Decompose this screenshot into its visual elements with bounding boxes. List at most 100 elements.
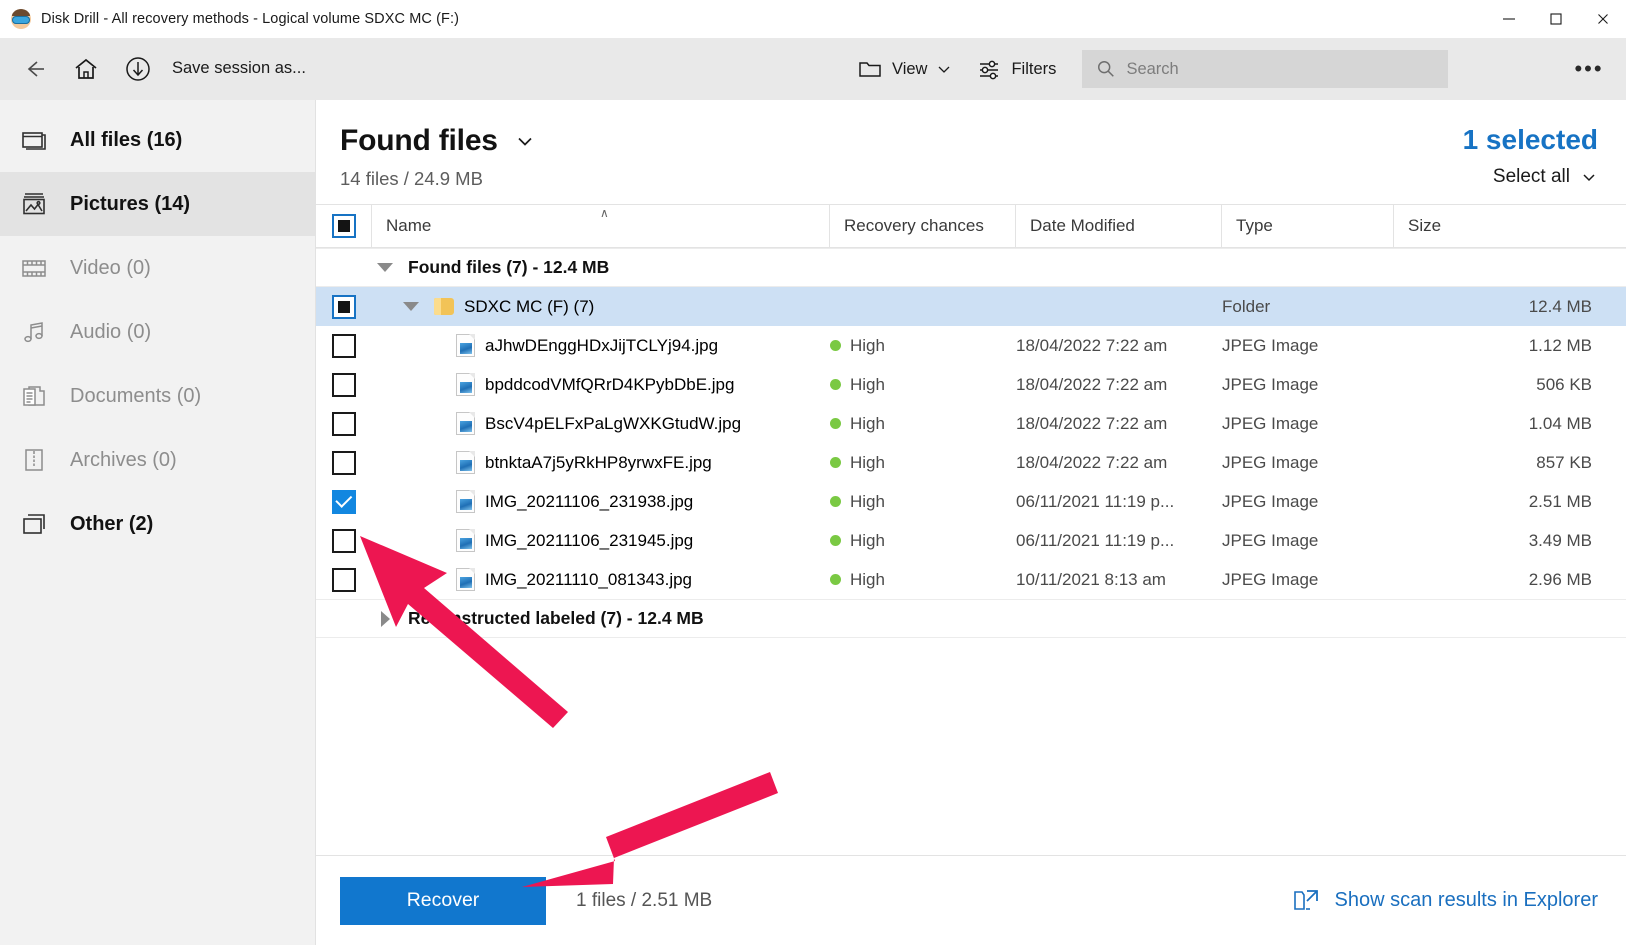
expand-collapse-toggle[interactable] — [372, 611, 398, 627]
row-label: aJhwDEnggHDxJijTCLYj94.jpg — [485, 336, 718, 356]
row-date-cell: 18/04/2022 7:22 am — [1016, 453, 1222, 473]
page-title: Found files — [340, 124, 498, 158]
row-checkbox[interactable] — [332, 568, 356, 592]
row-name-cell: IMG_20211110_081343.jpg — [372, 568, 830, 591]
search-input[interactable] — [1126, 60, 1434, 79]
row-checkbox-cell[interactable] — [316, 373, 372, 397]
sidebar-item-archives[interactable]: Archives (0) — [0, 428, 315, 492]
column-label: Size — [1408, 216, 1441, 236]
table-row[interactable]: SDXC MC (F) (7) Folder 12.4 MB — [316, 287, 1626, 326]
column-header-date-modified[interactable]: Date Modified — [1016, 205, 1222, 247]
more-options-button[interactable]: ••• — [1564, 46, 1614, 92]
chevron-down-icon — [403, 302, 419, 311]
sidebar-item-audio[interactable]: Audio (0) — [0, 300, 315, 364]
row-checkbox-cell[interactable] — [316, 529, 372, 553]
row-checkbox-cell[interactable] — [316, 568, 372, 592]
row-date-cell: 18/04/2022 7:22 am — [1016, 414, 1222, 434]
chance-label: High — [850, 570, 885, 590]
found-files-header: Found files 14 files / 24.9 MB — [340, 124, 536, 190]
chevron-down-icon — [936, 61, 952, 77]
row-name-cell: IMG_20211106_231938.jpg — [372, 490, 830, 513]
filters-label: Filters — [1011, 60, 1056, 79]
sidebar-item-pictures[interactable]: Pictures (14) — [0, 172, 315, 236]
view-label: View — [892, 60, 927, 79]
row-size-cell: 1.12 MB — [1394, 336, 1626, 356]
back-arrow-icon — [19, 54, 49, 84]
row-checkbox[interactable] — [332, 529, 356, 553]
view-button[interactable]: View — [845, 46, 964, 92]
column-header-recovery-chances[interactable]: Recovery chances — [830, 205, 1016, 247]
table-row[interactable]: btnktaA7j5yRkHP8yrwxFE.jpg High 18/04/20… — [316, 443, 1626, 482]
row-type-cell: Folder — [1222, 297, 1394, 317]
table-row[interactable]: IMG_20211110_081343.jpg High 10/11/2021 … — [316, 560, 1626, 599]
home-button[interactable] — [60, 46, 112, 92]
table-row[interactable]: BscV4pELFxPaLgWXKGtudW.jpg High 18/04/20… — [316, 404, 1626, 443]
row-recovery-chance-cell: High — [830, 414, 1016, 434]
close-button[interactable] — [1579, 0, 1626, 38]
table-row[interactable]: IMG_20211106_231938.jpg High 06/11/2021 … — [316, 482, 1626, 521]
row-checkbox[interactable] — [332, 373, 356, 397]
row-type-cell: JPEG Image — [1222, 453, 1394, 473]
column-header-size[interactable]: Size — [1394, 205, 1626, 247]
expand-collapse-toggle[interactable] — [398, 302, 424, 311]
maximize-button[interactable] — [1532, 0, 1579, 38]
row-checkbox-sdxc-mc[interactable] — [332, 295, 356, 319]
row-size-cell: 506 KB — [1394, 375, 1626, 395]
disk-drill-window: Disk Drill - All recovery methods - Logi… — [0, 0, 1626, 945]
row-size-cell: 12.4 MB — [1394, 297, 1626, 317]
row-size-cell: 2.51 MB — [1394, 492, 1626, 512]
sidebar-item-all-files[interactable]: All files (16) — [0, 108, 315, 172]
all-files-icon — [20, 126, 48, 154]
table-row[interactable]: bpddcodVMfQRrD4KPybDbE.jpg High 18/04/20… — [316, 365, 1626, 404]
minimize-button[interactable] — [1485, 0, 1532, 38]
row-date-cell: 10/11/2021 8:13 am — [1016, 570, 1222, 590]
sidebar-item-other[interactable]: Other (2) — [0, 492, 315, 556]
search-icon — [1096, 58, 1116, 80]
select-all-checkbox-cell[interactable] — [316, 205, 372, 247]
show-scan-results-in-explorer-link[interactable]: Show scan results in Explorer — [1293, 888, 1598, 914]
column-header-type[interactable]: Type — [1222, 205, 1394, 247]
row-checkbox-IMG_20211106_231938[interactable] — [332, 490, 356, 514]
table-row[interactable]: Found files (7) - 12.4 MB — [316, 248, 1626, 287]
save-session-icon-button[interactable] — [112, 46, 164, 92]
row-checkbox[interactable] — [332, 412, 356, 436]
table-row[interactable]: aJhwDEnggHDxJijTCLYj94.jpg High 18/04/20… — [316, 326, 1626, 365]
audio-icon — [20, 318, 48, 346]
jpeg-file-icon — [456, 373, 475, 396]
column-header-name[interactable]: Name ∧ — [372, 205, 830, 247]
chance-label: High — [850, 531, 885, 551]
archives-icon — [20, 446, 48, 474]
row-checkbox-cell[interactable] — [316, 334, 372, 358]
row-checkbox-cell[interactable] — [316, 490, 372, 514]
sidebar-item-documents[interactable]: Documents (0) — [0, 364, 315, 428]
select-all-button[interactable]: Select all — [1463, 166, 1598, 188]
save-session-as-button[interactable]: Save session as... — [164, 46, 314, 92]
row-checkbox-cell[interactable] — [316, 451, 372, 475]
row-label: btnktaA7j5yRkHP8yrwxFE.jpg — [485, 453, 712, 473]
column-label: Recovery chances — [844, 216, 984, 236]
table-row[interactable]: Reconstructed labeled (7) - 12.4 MB — [316, 599, 1626, 638]
chevron-right-icon — [381, 611, 390, 627]
row-checkbox[interactable] — [332, 334, 356, 358]
row-recovery-chance-cell: High — [830, 531, 1016, 551]
filters-button[interactable]: Filters — [964, 46, 1068, 92]
expand-collapse-toggle[interactable] — [372, 263, 398, 272]
jpeg-file-icon — [456, 334, 475, 357]
back-button[interactable] — [8, 46, 60, 92]
recover-button[interactable]: Recover — [340, 877, 546, 925]
row-checkbox-cell[interactable] — [316, 295, 372, 319]
found-files-summary: 14 files / 24.9 MB — [340, 168, 536, 190]
row-recovery-chance-cell: High — [830, 336, 1016, 356]
table-header-row: Name ∧ Recovery chances Date Modified Ty… — [316, 204, 1626, 248]
table-row[interactable]: IMG_20211106_231945.jpg High 06/11/2021 … — [316, 521, 1626, 560]
row-checkbox[interactable] — [332, 451, 356, 475]
row-checkbox-cell[interactable] — [316, 412, 372, 436]
search-box[interactable] — [1082, 50, 1448, 88]
found-files-dropdown[interactable]: Found files — [340, 124, 536, 158]
header-checkbox[interactable] — [332, 214, 356, 238]
row-recovery-chance-cell: High — [830, 492, 1016, 512]
sidebar-item-video[interactable]: Video (0) — [0, 236, 315, 300]
row-name-cell: IMG_20211106_231945.jpg — [372, 529, 830, 552]
folder-icon — [857, 56, 883, 82]
disk-drill-icon — [11, 9, 31, 29]
